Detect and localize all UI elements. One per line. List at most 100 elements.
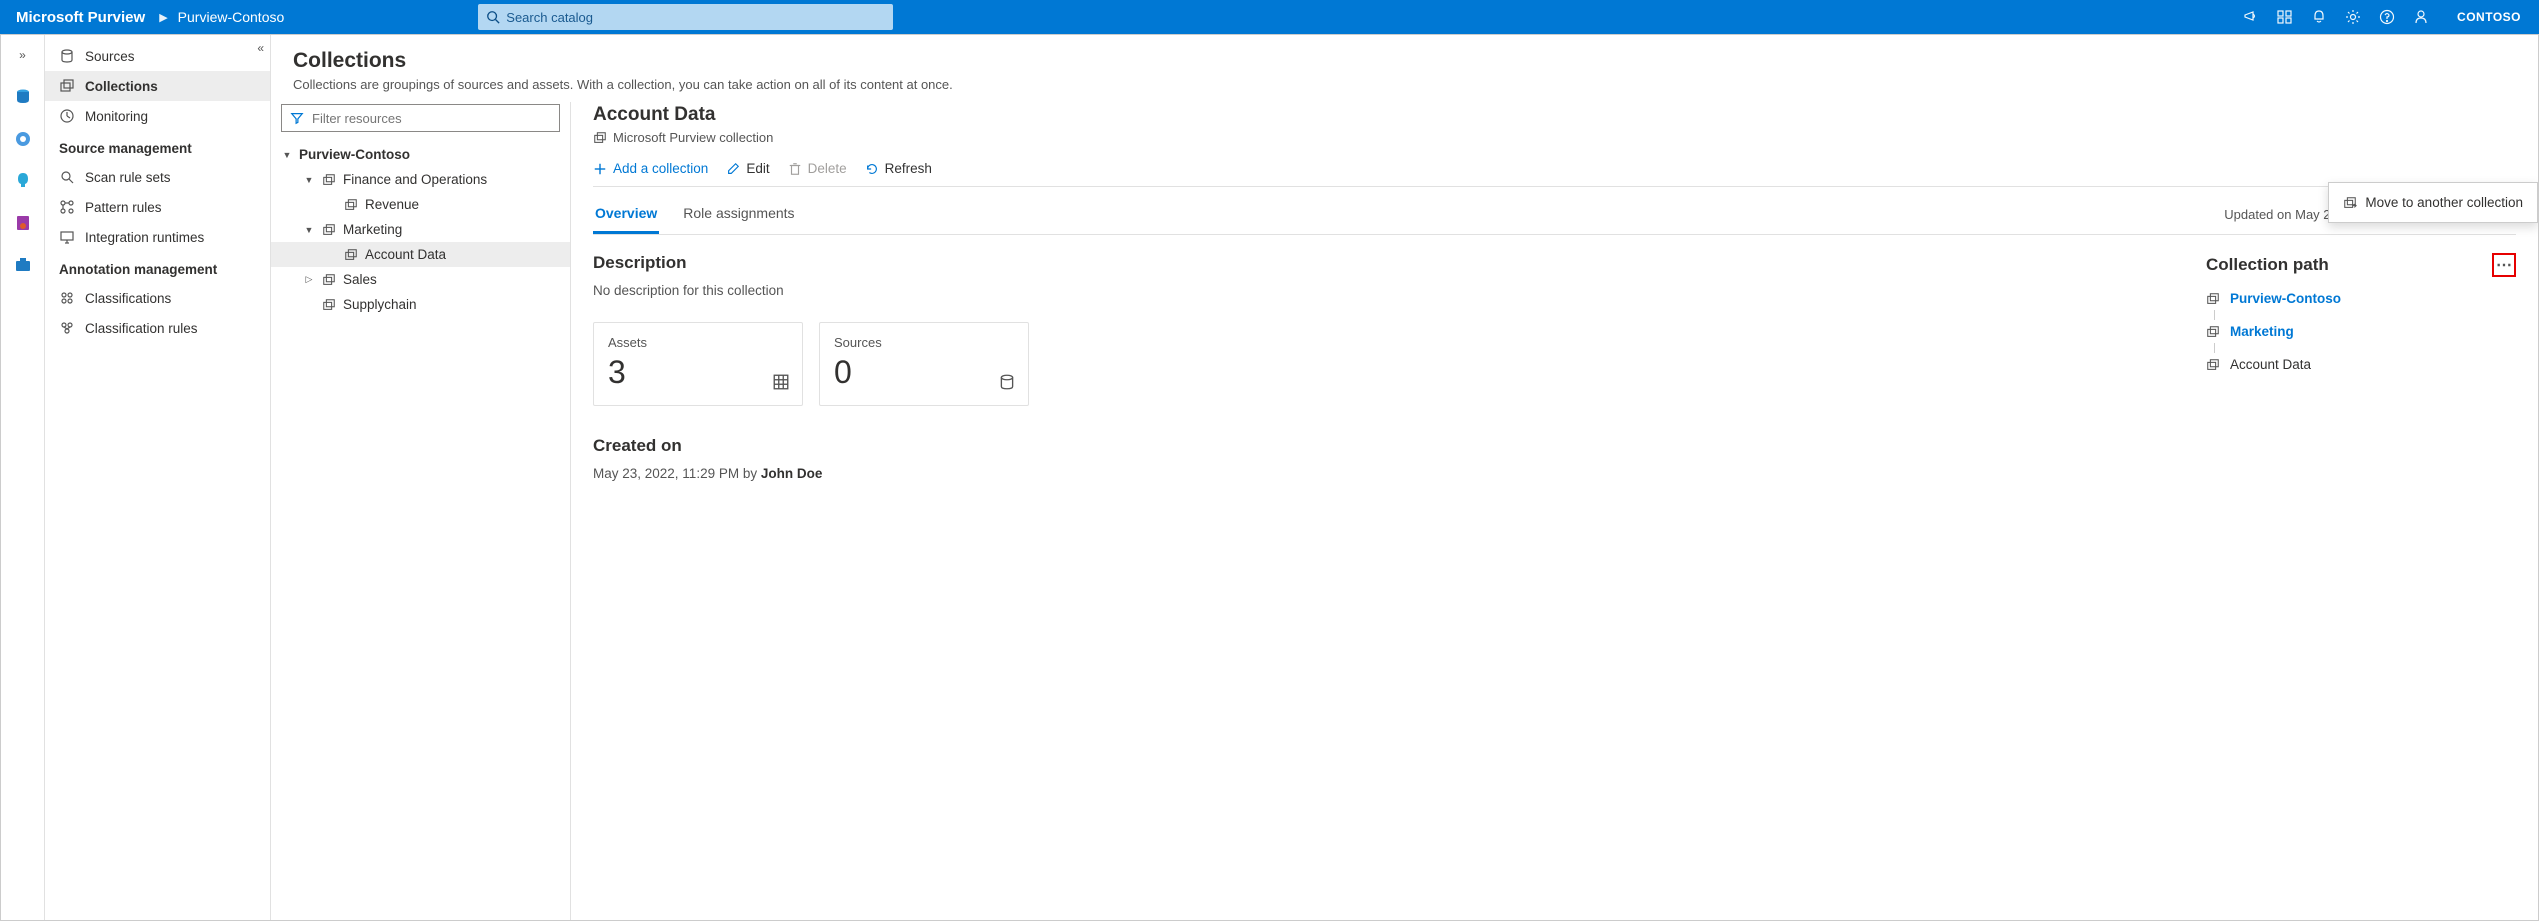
- path-label: Purview-Contoso: [2230, 291, 2341, 306]
- user-account-label[interactable]: CONTOSO: [2447, 10, 2531, 24]
- collection-icon: [321, 173, 337, 187]
- tree-label: Supplychain: [343, 297, 417, 312]
- tree-label: Revenue: [365, 197, 419, 212]
- edit-button[interactable]: Edit: [726, 161, 769, 176]
- rail-insights-icon[interactable]: [9, 167, 37, 195]
- move-collection-menu-item[interactable]: Move to another collection: [2329, 187, 2537, 218]
- nav-pattern-rules[interactable]: Pattern rules: [45, 192, 270, 222]
- page-subtitle: Collections are groupings of sources and…: [293, 77, 2516, 92]
- path-item-marketing[interactable]: Marketing: [2206, 320, 2516, 343]
- tree-item-marketing[interactable]: ▼ Marketing: [281, 217, 560, 242]
- pattern-icon: [59, 199, 75, 215]
- card-value: 0: [834, 354, 1014, 391]
- tab-role-assignments[interactable]: Role assignments: [681, 195, 796, 234]
- menu-item-label: Move to another collection: [2365, 195, 2523, 210]
- classifications-icon: [59, 290, 75, 306]
- button-label: Add a collection: [613, 161, 708, 176]
- path-item-root[interactable]: Purview-Contoso: [2206, 287, 2516, 310]
- sources-icon: [59, 48, 75, 64]
- caret-down-icon: ▼: [303, 225, 315, 235]
- nav-label: Sources: [85, 49, 135, 64]
- filter-resources-input[interactable]: [281, 104, 560, 132]
- collection-icon: [2206, 292, 2222, 306]
- card-label: Assets: [608, 335, 788, 350]
- card-value: 3: [608, 354, 788, 391]
- rail-policy-icon[interactable]: [9, 209, 37, 237]
- more-actions-button[interactable]: ⋯: [2492, 253, 2516, 277]
- expand-rail-button[interactable]: »: [9, 41, 37, 69]
- nav-label: Classifications: [85, 291, 171, 306]
- filter-input-field[interactable]: [312, 111, 551, 126]
- collection-icon: [321, 273, 337, 287]
- refresh-button[interactable]: Refresh: [865, 161, 932, 176]
- notifications-icon[interactable]: [2311, 9, 2345, 25]
- collection-icon: [343, 248, 359, 262]
- tree-column: ▼ Purview-Contoso ▼ Finance and Operatio…: [271, 102, 571, 920]
- help-icon[interactable]: [2379, 9, 2413, 25]
- button-label: Delete: [808, 161, 847, 176]
- nav-scan-rule-sets[interactable]: Scan rule sets: [45, 162, 270, 192]
- brand-label[interactable]: Microsoft Purview: [8, 9, 153, 26]
- path-label: Account Data: [2230, 357, 2311, 372]
- assets-card[interactable]: Assets 3: [593, 322, 803, 406]
- collection-icon: [2206, 358, 2222, 372]
- sidebar: « Sources Collections Monitoring Source …: [45, 35, 271, 920]
- path-item-current: Account Data: [2206, 353, 2516, 376]
- tree-item-account-data[interactable]: Account Data: [271, 242, 570, 267]
- tree-item-revenue[interactable]: Revenue: [281, 192, 560, 217]
- collection-toolbar: Add a collection Edit Delete Refresh: [593, 157, 2516, 187]
- search-icon: [486, 10, 500, 24]
- collection-icon: [321, 298, 337, 312]
- path-separator: [2214, 343, 2516, 353]
- top-bar: Microsoft Purview ▶ Purview-Contoso Sear…: [0, 0, 2539, 34]
- collections-icon: [59, 78, 75, 94]
- nav-section-source-management: Source management: [45, 131, 270, 162]
- announcement-icon[interactable]: [2243, 9, 2277, 25]
- filter-icon: [290, 111, 304, 125]
- tree-item-finance[interactable]: ▼ Finance and Operations: [281, 167, 560, 192]
- nav-collections[interactable]: Collections: [45, 71, 270, 101]
- collection-path-heading: Collection path: [2206, 255, 2329, 275]
- nav-label: Classification rules: [85, 321, 198, 336]
- collection-icon: [2206, 325, 2222, 339]
- tree-item-sales[interactable]: ▷ Sales: [281, 267, 560, 292]
- directory-icon[interactable]: [2277, 9, 2311, 25]
- nav-label: Scan rule sets: [85, 170, 171, 185]
- feedback-icon[interactable]: [2413, 9, 2447, 25]
- icon-rail: »: [1, 35, 45, 920]
- nav-classifications[interactable]: Classifications: [45, 283, 270, 313]
- settings-icon[interactable]: [2345, 9, 2379, 25]
- path-label: Marketing: [2230, 324, 2294, 339]
- caret-right-icon: ▷: [303, 274, 315, 285]
- tab-overview[interactable]: Overview: [593, 195, 659, 234]
- rail-map-icon[interactable]: [9, 125, 37, 153]
- button-label: Refresh: [885, 161, 932, 176]
- nav-label: Pattern rules: [85, 200, 162, 215]
- add-collection-button[interactable]: Add a collection: [593, 161, 708, 176]
- classification-rules-icon: [59, 320, 75, 336]
- rail-management-icon[interactable]: [9, 251, 37, 279]
- move-icon: [2343, 196, 2357, 210]
- detail-pane: Account Data Microsoft Purview collectio…: [571, 102, 2538, 920]
- tree-item-supplychain[interactable]: Supplychain: [281, 292, 560, 317]
- nav-label: Collections: [85, 79, 158, 94]
- chevron-right-icon: ▶: [153, 11, 173, 24]
- rail-data-icon[interactable]: [9, 83, 37, 111]
- nav-label: Monitoring: [85, 109, 148, 124]
- account-breadcrumb[interactable]: Purview-Contoso: [174, 9, 289, 25]
- tree-label: Finance and Operations: [343, 172, 487, 187]
- button-label: Edit: [746, 161, 769, 176]
- sources-card[interactable]: Sources 0: [819, 322, 1029, 406]
- nav-integration-runtimes[interactable]: Integration runtimes: [45, 222, 270, 252]
- card-label: Sources: [834, 335, 1014, 350]
- collection-icon: [321, 223, 337, 237]
- tree-label: Account Data: [365, 247, 446, 262]
- search-catalog-input[interactable]: Search catalog: [478, 4, 893, 30]
- nav-sources[interactable]: Sources: [45, 41, 270, 71]
- tree-root[interactable]: ▼ Purview-Contoso: [281, 142, 560, 167]
- caret-down-icon: ▼: [303, 175, 315, 185]
- collection-icon: [593, 131, 607, 145]
- nav-classification-rules[interactable]: Classification rules: [45, 313, 270, 343]
- collapse-sidebar-button[interactable]: «: [257, 41, 264, 55]
- nav-monitoring[interactable]: Monitoring: [45, 101, 270, 131]
